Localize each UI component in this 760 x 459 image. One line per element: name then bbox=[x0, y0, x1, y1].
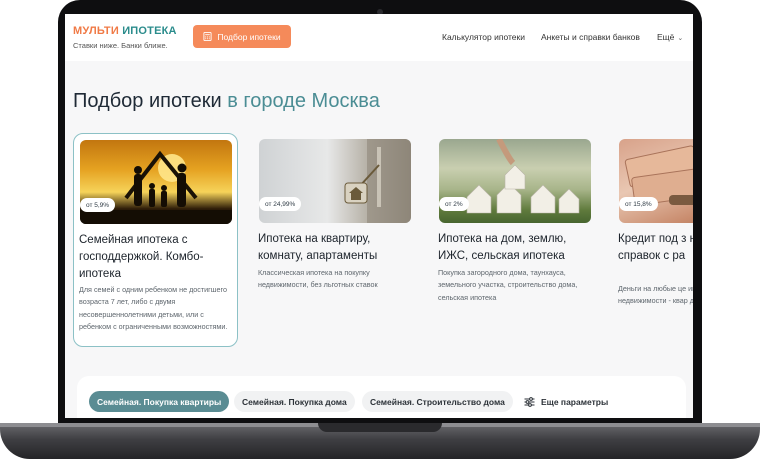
page-title-prefix: Подбор ипотеки bbox=[73, 90, 222, 112]
card-title: Ипотека на квартиру, комнату, апартамент… bbox=[258, 233, 378, 262]
nav-more-label: Ещё bbox=[657, 32, 675, 42]
filter-chip-family-house[interactable]: Семейная. Покупка дома bbox=[234, 391, 355, 412]
filter-bar: Семейная. Покупка квартиры Семейная. Пок… bbox=[77, 376, 686, 418]
page-title-city[interactable]: в городе Москва bbox=[227, 90, 380, 112]
card-title: Ипотека на дом, землю, ИЖС, сельская ипо… bbox=[438, 233, 567, 262]
screen: МУЛЬТИ ИПОТЕКА Ставки ниже. Банки ближе.… bbox=[65, 14, 693, 418]
site-header: МУЛЬТИ ИПОТЕКА Ставки ниже. Банки ближе.… bbox=[65, 14, 693, 61]
tagline: Ставки ниже. Банки ближе. bbox=[73, 41, 168, 50]
mortgage-card-apartment[interactable]: от 24,99% Ипотека на квартиру, комнату, … bbox=[253, 133, 418, 347]
rate-badge: от 15,8% bbox=[619, 197, 658, 211]
card-description: Покупка загородного дома, таунхауса, зем… bbox=[438, 268, 578, 302]
card-description: Деньги на любые це имеющейся в собств не… bbox=[618, 284, 693, 306]
chevron-down-icon: ⌄ bbox=[677, 35, 684, 42]
mortgage-card-family[interactable]: от 5,9% Семейная ипотека с господдержкой… bbox=[73, 133, 238, 347]
pick-mortgage-button[interactable]: Подбор ипотеки bbox=[193, 25, 291, 48]
card-description: Классическая ипотека на покупку недвижим… bbox=[258, 268, 378, 290]
mortgage-card-pledge[interactable]: от 15,8% Кредит под з недвижимост справо… bbox=[613, 133, 693, 347]
more-params-label: Еще параметры bbox=[541, 396, 609, 407]
calculator-icon bbox=[203, 32, 212, 41]
filter-chip-family-apartment[interactable]: Семейная. Покупка квартиры bbox=[89, 391, 230, 412]
nav-calculator[interactable]: Калькулятор ипотеки bbox=[442, 32, 525, 42]
card-description: Для семей с одним ребенком не достигшего… bbox=[79, 285, 228, 331]
logo[interactable]: МУЛЬТИ ИПОТЕКА bbox=[73, 25, 177, 37]
more-params-button[interactable]: Еще параметры bbox=[524, 391, 608, 412]
card-title: Семейная ипотека с господдержкой. Комбо-… bbox=[79, 234, 204, 280]
page-title: Подбор ипотеки в городе Москва bbox=[73, 90, 380, 113]
mortgage-card-house[interactable]: от 2% Ипотека на дом, землю, ИЖС, сельск… bbox=[433, 133, 598, 347]
sliders-icon bbox=[524, 396, 535, 407]
logo-part1: МУЛЬТИ bbox=[73, 25, 119, 37]
nav-forms[interactable]: Анкеты и справки банков bbox=[541, 32, 640, 42]
rate-badge: от 24,99% bbox=[259, 197, 302, 211]
card-title: Кредит под з недвижимост справок с ра bbox=[618, 233, 693, 262]
rate-badge: от 2% bbox=[439, 197, 469, 211]
filter-chip-family-build[interactable]: Семейная. Строительство дома bbox=[362, 391, 513, 412]
rate-badge: от 5,9% bbox=[80, 198, 116, 212]
laptop-notch bbox=[318, 423, 442, 432]
nav-more[interactable]: Ещё ⌄ bbox=[657, 32, 683, 42]
pick-mortgage-label: Подбор ипотеки bbox=[217, 31, 281, 42]
logo-part2: ИПОТЕКА bbox=[122, 25, 177, 37]
